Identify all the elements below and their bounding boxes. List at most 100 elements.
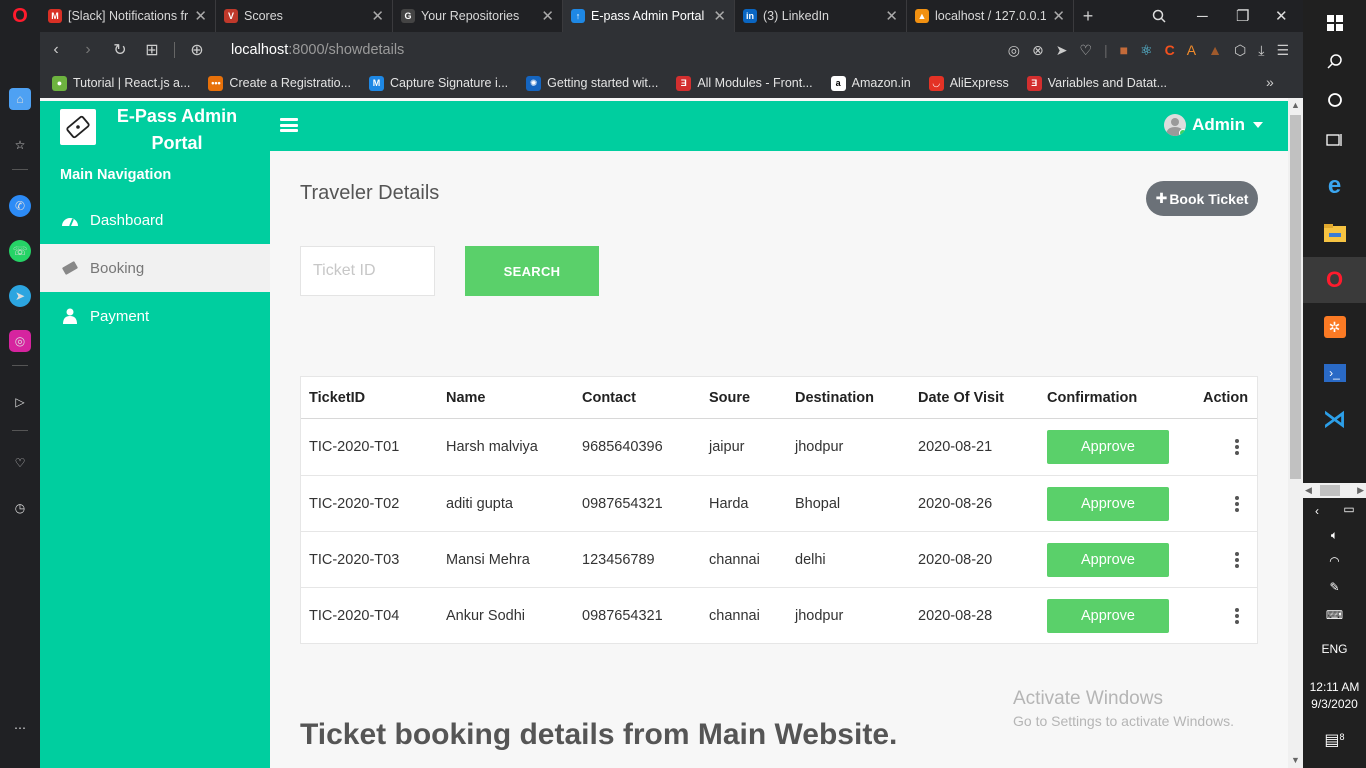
close-tab-icon[interactable]: ✕ — [541, 7, 554, 25]
approve-button[interactable]: Approve — [1047, 542, 1169, 577]
download-icon[interactable]: ⤓ — [1258, 42, 1264, 59]
vertical-scrollbar[interactable]: ▲ ▼ — [1288, 98, 1303, 768]
browser-tab[interactable]: M [Slack] Notifications fr ✕ — [40, 0, 216, 32]
cell-destination: jhodpur — [795, 607, 844, 624]
battery-icon[interactable]: ▭ — [1339, 502, 1359, 516]
nav-item-dashboard[interactable]: Dashboard — [40, 196, 270, 244]
bookmarks-more-icon[interactable]: » — [1266, 74, 1274, 90]
admin-label: Admin — [1192, 115, 1245, 134]
xampp-icon[interactable]: ✲ — [1303, 304, 1366, 350]
bookmark-item[interactable]: ✺ Getting started wit... — [526, 75, 658, 91]
bookmark-item[interactable]: ••• Create a Registratio... — [208, 75, 351, 91]
scroll-down-icon[interactable]: ▼ — [1288, 753, 1303, 768]
heart-icon[interactable]: ♡ — [1079, 42, 1092, 59]
book-ticket-button[interactable]: ✚ Book Ticket — [1146, 181, 1258, 216]
site-info-icon[interactable]: ⊕ — [181, 40, 213, 60]
keyboard-icon[interactable]: ⌨ — [1303, 608, 1366, 622]
edge-icon[interactable]: e — [1303, 163, 1366, 209]
extension-c-icon[interactable]: C — [1165, 42, 1175, 58]
column-header: Name — [446, 389, 486, 406]
home-icon[interactable]: ⌂ — [9, 88, 31, 110]
approve-button[interactable]: Approve — [1047, 486, 1169, 521]
approve-button[interactable]: Approve — [1047, 598, 1169, 633]
react-devtools-icon[interactable]: ⚛ — [1140, 42, 1153, 59]
horizontal-scrollbar[interactable]: ◀ ▶ — [1303, 483, 1366, 498]
browser-tab[interactable]: ↑ E-pass Admin Portal ✕ — [563, 0, 735, 32]
bookmark-item[interactable]: Ǝ Variables and Datat... — [1026, 75, 1167, 91]
close-tab-icon[interactable]: ✕ — [885, 7, 898, 25]
cell-action — [1233, 419, 1241, 475]
nav-item-payment[interactable]: Payment — [40, 292, 270, 340]
scrollbar-thumb[interactable] — [1290, 115, 1301, 479]
box-icon[interactable]: ⬡ — [1234, 42, 1246, 59]
scrollbar-thumb[interactable] — [1320, 485, 1340, 496]
camera-icon[interactable]: ◎ — [1008, 42, 1020, 59]
file-explorer-icon[interactable] — [1303, 210, 1366, 256]
forward-button[interactable]: › — [72, 41, 104, 59]
tab-search-icon[interactable] — [1152, 0, 1166, 32]
minimize-button[interactable]: ─ — [1197, 0, 1208, 32]
adblock-icon[interactable]: ⊗ — [1032, 42, 1044, 59]
ticket-id-input[interactable] — [300, 246, 435, 296]
admin-menu[interactable]: Admin — [1164, 114, 1263, 136]
history-clock-icon[interactable]: ◷ — [9, 497, 31, 519]
opera-logo-icon[interactable]: O — [0, 0, 40, 32]
close-tab-icon[interactable]: ✕ — [1052, 7, 1065, 25]
browser-tab[interactable]: G Your Repositories ✕ — [393, 0, 563, 32]
sidebar-more-icon[interactable]: ⋯ — [9, 717, 31, 739]
more-options-icon[interactable] — [1233, 551, 1241, 568]
clock-time[interactable]: 12:11 AM — [1303, 680, 1366, 694]
more-options-icon[interactable] — [1233, 439, 1241, 455]
close-tab-icon[interactable]: ✕ — [713, 7, 726, 25]
browser-tab[interactable]: in (3) LinkedIn ✕ — [735, 0, 907, 32]
new-tab-button[interactable]: + — [1074, 0, 1102, 32]
bookmark-item[interactable]: Ǝ All Modules - Front... — [676, 75, 813, 91]
opera-taskbar-icon[interactable]: O — [1303, 257, 1366, 303]
nav-item-booking[interactable]: Booking — [40, 244, 270, 292]
bookmark-item[interactable]: ● Tutorial | React.js a... — [52, 75, 190, 91]
powershell-icon[interactable]: ›_ — [1303, 350, 1366, 396]
bookmark-item[interactable]: a Amazon.in — [830, 75, 911, 91]
extension-a-icon[interactable]: A — [1187, 42, 1196, 58]
instagram-icon[interactable]: ◎ — [9, 330, 31, 352]
pen-icon[interactable]: ✎ — [1303, 580, 1366, 594]
browser-tab[interactable]: V Scores ✕ — [216, 0, 393, 32]
browser-tab[interactable]: ▲ localhost / 127.0.0.1 | p ✕ — [907, 0, 1074, 32]
close-window-button[interactable]: ✕ — [1275, 0, 1288, 32]
send-icon[interactable]: ➤ — [1056, 42, 1068, 59]
flow-icon[interactable]: ▷ — [9, 391, 31, 413]
menu-toggle-icon[interactable] — [280, 118, 298, 132]
extension-triangle-icon[interactable]: ▲ — [1208, 42, 1222, 58]
wifi-icon[interactable]: ◠ — [1303, 554, 1366, 568]
easy-setup-icon[interactable]: ☰ — [1276, 42, 1289, 59]
search-button[interactable]: SEARCH — [465, 246, 599, 296]
close-tab-icon[interactable]: ✕ — [194, 7, 207, 25]
maximize-button[interactable]: ❐ — [1236, 0, 1249, 32]
cell-contact: 9685640396 — [582, 439, 663, 455]
vscode-icon[interactable]: ⋊ — [1303, 396, 1366, 442]
scroll-up-icon[interactable]: ▲ — [1288, 98, 1303, 113]
reload-button[interactable]: ↻ — [104, 40, 136, 60]
whatsapp-icon[interactable]: ☏ — [9, 240, 31, 262]
more-options-icon[interactable] — [1233, 607, 1241, 624]
notification-icon[interactable]: ▤8 — [1303, 730, 1366, 750]
bookmark-item[interactable]: M Capture Signature i... — [369, 75, 508, 91]
star-icon[interactable]: ☆ — [9, 134, 31, 156]
bookmark-favicon-icon: ● — [52, 75, 67, 91]
close-tab-icon[interactable]: ✕ — [371, 7, 384, 25]
favorites-heart-icon[interactable]: ♡ — [9, 452, 31, 474]
approve-button[interactable]: Approve — [1047, 430, 1169, 464]
extension-cube-icon[interactable]: ■ — [1120, 42, 1128, 58]
speed-dial-icon[interactable]: ⊞ — [136, 40, 168, 60]
plus-icon: ✚ — [1155, 190, 1168, 206]
language-indicator[interactable]: ENG — [1303, 642, 1366, 656]
task-view-icon[interactable] — [1303, 117, 1366, 163]
telegram-icon[interactable]: ➤ — [9, 285, 31, 307]
clock-date[interactable]: 9/3/2020 — [1303, 697, 1366, 711]
messenger-icon[interactable]: ✆ — [9, 195, 31, 217]
url-field[interactable]: localhost:8000/showdetails — [231, 42, 404, 58]
back-button[interactable]: ‹ — [40, 41, 72, 59]
bookmark-item[interactable]: ◡ AliExpress — [928, 75, 1009, 91]
more-options-icon[interactable] — [1233, 495, 1241, 512]
volume-icon[interactable]: 🔈︎ — [1303, 528, 1366, 543]
